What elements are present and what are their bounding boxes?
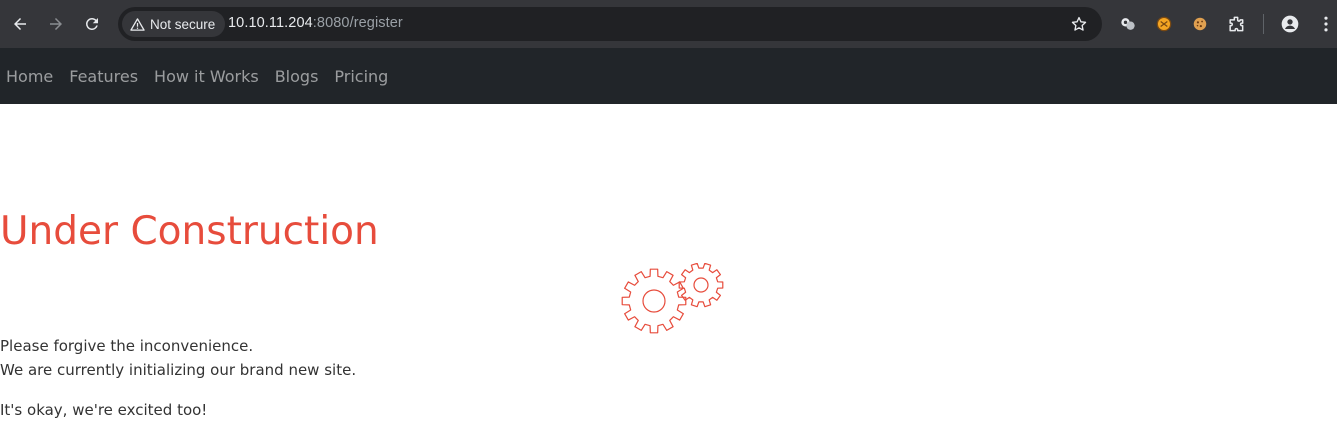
nav-link-how-it-works[interactable]: How it Works [154,67,259,86]
arrow-left-icon [14,18,26,30]
message-line-2: We are currently initializing our brand … [0,361,357,379]
cookie-editor-icon [1156,16,1172,32]
small-gear-icon [678,263,724,308]
security-label: Not secure [150,16,216,32]
arrow-right-icon [50,18,62,30]
star-icon [1071,16,1087,31]
site-navbar: Home Features How it Works Blogs Pricing [0,48,1337,104]
large-gear-icon [621,268,687,334]
profile-button[interactable] [1278,12,1302,36]
address-bar[interactable]: Not secure 10.10.11.204:8080/register [118,7,1102,41]
forward-button[interactable] [42,10,70,38]
extension-button-3[interactable] [1188,12,1212,36]
extensions-menu-button[interactable] [1224,12,1248,36]
message-line-1: Please forgive the inconvenience. [0,337,254,355]
kebab-menu-icon [1324,16,1328,32]
avatar-icon [1281,15,1299,33]
page-title: Under Construction [0,209,379,254]
nav-link-blogs[interactable]: Blogs [275,67,319,86]
nav-link-pricing[interactable]: Pricing [334,67,388,86]
nav-link-home[interactable]: Home [6,67,53,86]
reload-button[interactable] [78,10,106,38]
url-path: :8080/register [312,15,403,31]
browser-menu-button[interactable] [1314,12,1337,36]
url-host: 10.10.11.204 [228,15,313,31]
url-text[interactable]: 10.10.11.204:8080/register [228,15,403,31]
cookie-icon [1193,17,1207,31]
puzzle-icon [1229,16,1244,32]
back-button[interactable] [6,10,34,38]
warning-triangle-icon [130,17,145,31]
gears-icon [621,263,724,334]
message-line-3: It's okay, we're excited too! [0,401,208,419]
bookmark-button[interactable] [1068,13,1090,35]
security-chip[interactable]: Not secure [122,11,226,37]
extension-button-2[interactable] [1152,12,1176,36]
extension-circles-icon [1121,18,1135,30]
browser-toolbar: Not secure 10.10.11.204:8080/register [0,0,1337,48]
reload-icon [85,17,98,30]
toolbar-divider [1263,14,1264,34]
nav-link-features[interactable]: Features [69,67,138,86]
extension-button-1[interactable] [1116,12,1140,36]
